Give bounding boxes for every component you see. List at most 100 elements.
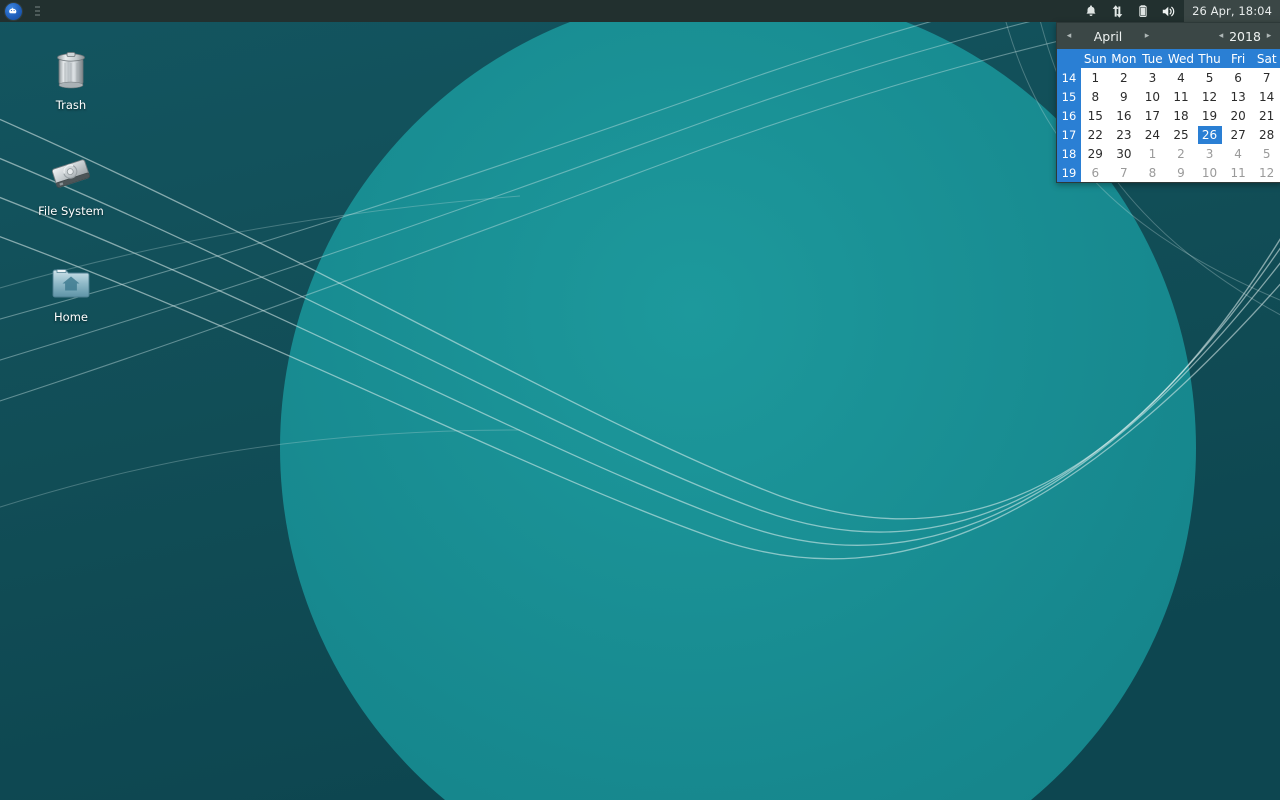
calendar-day-cell[interactable]: 8 — [1081, 87, 1110, 106]
desktop-icon-home[interactable]: Home — [21, 256, 121, 324]
calendar-day-label: 28 — [1259, 127, 1275, 142]
calendar-day-cell[interactable]: 26 — [1195, 125, 1224, 144]
calendar-day-cell[interactable]: 1 — [1138, 144, 1167, 163]
calendar-day-cell[interactable]: 2 — [1110, 68, 1139, 87]
calendar-day-cell[interactable]: 1 — [1081, 68, 1110, 87]
calendar-day-cell[interactable]: 22 — [1081, 125, 1110, 144]
calendar-day-label: 26 — [1197, 125, 1222, 144]
calendar-day-label: 8 — [1091, 89, 1100, 104]
calendar-day-label: 19 — [1201, 108, 1218, 123]
calendar-day-label: 6 — [1234, 70, 1242, 85]
weekday-header: Wed — [1167, 51, 1195, 66]
calendar-day-label: 8 — [1148, 165, 1157, 180]
calendar-day-label: 11 — [1173, 89, 1189, 104]
calendar-day-cell[interactable]: 4 — [1167, 68, 1196, 87]
calendar-day-cell[interactable]: 25 — [1167, 125, 1196, 144]
volume-speaker-icon[interactable] — [1156, 0, 1182, 22]
calendar-day-cell[interactable]: 14 — [1252, 87, 1280, 106]
calendar-body: 14 1 2 3 4 5 6 7 15 8 9 10 11 12 13 14 16 15 16 17 18 19 20 21 1… — [1057, 68, 1280, 182]
notification-bell-icon[interactable] — [1078, 0, 1104, 22]
calendar-day-cell[interactable]: 9 — [1167, 163, 1196, 182]
calendar-day-cell[interactable]: 3 — [1195, 144, 1224, 163]
calendar-day-cell[interactable]: 12 — [1195, 87, 1224, 106]
week-number-cell: 14 — [1057, 68, 1081, 87]
calendar-week-row: 17 22 23 24 25 26 27 28 — [1057, 125, 1280, 144]
calendar-day-label: 6 — [1091, 165, 1100, 180]
calendar-day-cell[interactable]: 20 — [1224, 106, 1253, 125]
calendar-day-cell[interactable]: 7 — [1110, 163, 1139, 182]
calendar-day-cell[interactable]: 27 — [1224, 125, 1253, 144]
calendar-day-cell[interactable]: 5 — [1195, 68, 1224, 87]
calendar-day-cell[interactable]: 5 — [1252, 144, 1280, 163]
calendar-day-cell[interactable]: 11 — [1167, 87, 1196, 106]
calendar-year-label: 2018 — [1229, 28, 1261, 44]
calendar-day-cell[interactable]: 7 — [1252, 68, 1280, 87]
calendar-day-label: 23 — [1116, 127, 1132, 142]
network-updown-icon[interactable] — [1104, 0, 1130, 22]
calendar-day-label: 12 — [1259, 165, 1275, 180]
calendar-week-row: 18 29 30 1 2 3 4 5 — [1057, 144, 1280, 163]
calendar-day-cell[interactable]: 10 — [1195, 163, 1224, 182]
next-year-button[interactable]: ▸ — [1261, 24, 1277, 48]
home-folder-icon — [47, 256, 95, 304]
calendar-weekday-header: Sun Mon Tue Wed Thu Fri Sat — [1057, 49, 1280, 68]
desktop-icon-file-system[interactable]: File System — [21, 150, 121, 218]
prev-month-button[interactable]: ◂ — [1061, 24, 1077, 48]
calendar-day-label: 3 — [1148, 70, 1157, 85]
calendar-day-cell[interactable]: 19 — [1195, 106, 1224, 125]
panel-left-group — [0, 0, 46, 22]
calendar-day-label: 2 — [1177, 146, 1185, 161]
week-number-cell: 16 — [1057, 106, 1081, 125]
calendar-day-cell[interactable]: 13 — [1224, 87, 1253, 106]
calendar-day-cell[interactable]: 6 — [1081, 163, 1110, 182]
calendar-day-label: 14 — [1259, 89, 1275, 104]
calendar-day-cell[interactable]: 30 — [1110, 144, 1139, 163]
calendar-day-cell[interactable]: 21 — [1252, 106, 1280, 125]
calendar-header: ◂ April ▸ ◂ 2018 ▸ — [1057, 23, 1280, 49]
trash-can-icon — [47, 44, 95, 92]
clock-button[interactable]: 26 Apr, 18:04 — [1184, 0, 1280, 22]
calendar-day-cell[interactable]: 12 — [1252, 163, 1280, 182]
calendar-day-cell[interactable]: 3 — [1138, 68, 1167, 87]
clock-text: 26 Apr, 18:04 — [1192, 4, 1272, 18]
calendar-day-cell[interactable]: 18 — [1167, 106, 1196, 125]
week-number-cell: 19 — [1057, 163, 1081, 182]
calendar-day-label: 10 — [1144, 89, 1161, 104]
week-number-header — [1057, 49, 1081, 68]
weekday-header: Mon — [1111, 51, 1137, 66]
calendar-day-label: 30 — [1116, 146, 1132, 161]
calendar-day-cell[interactable]: 23 — [1110, 125, 1139, 144]
top-panel: 26 Apr, 18:04 — [0, 0, 1280, 22]
calendar-day-cell[interactable]: 15 — [1081, 106, 1110, 125]
calendar-day-label: 10 — [1201, 165, 1218, 180]
calendar-day-label: 2 — [1120, 70, 1128, 85]
calendar-day-cell[interactable]: 17 — [1138, 106, 1167, 125]
calendar-day-cell[interactable]: 16 — [1110, 106, 1139, 125]
calendar-day-cell[interactable]: 8 — [1138, 163, 1167, 182]
calendar-week-row: 14 1 2 3 4 5 6 7 — [1057, 68, 1280, 87]
calendar-day-cell[interactable]: 2 — [1167, 144, 1196, 163]
calendar-day-cell[interactable]: 28 — [1252, 125, 1280, 144]
calendar-day-cell[interactable]: 24 — [1138, 125, 1167, 144]
calendar-popup[interactable]: ◂ April ▸ ◂ 2018 ▸ Sun Mon Tue Wed Thu F… — [1056, 22, 1280, 183]
calendar-day-label: 7 — [1120, 165, 1128, 180]
calendar-day-cell[interactable]: 11 — [1224, 163, 1253, 182]
system-tray: 26 Apr, 18:04 — [1078, 0, 1280, 22]
battery-icon[interactable] — [1130, 0, 1156, 22]
calendar-week-row: 16 15 16 17 18 19 20 21 — [1057, 106, 1280, 125]
prev-year-button[interactable]: ◂ — [1213, 24, 1229, 48]
calendar-day-cell[interactable]: 6 — [1224, 68, 1253, 87]
window-buttons-plugin[interactable] — [28, 0, 46, 22]
calendar-day-cell[interactable]: 10 — [1138, 87, 1167, 106]
calendar-day-label: 3 — [1205, 146, 1214, 161]
calendar-day-cell[interactable]: 9 — [1110, 87, 1139, 106]
calendar-day-cell[interactable]: 29 — [1081, 144, 1110, 163]
desktop-icon-trash[interactable]: Trash — [21, 44, 121, 112]
calendar-day-cell[interactable]: 4 — [1224, 144, 1253, 163]
calendar-month-nav: ◂ April ▸ — [1061, 24, 1155, 48]
calendar-day-label: 9 — [1177, 165, 1185, 180]
calendar-day-label: 16 — [1116, 108, 1132, 123]
xfce-mouse-logo-icon — [4, 2, 22, 20]
applications-menu-button[interactable] — [2, 0, 24, 22]
next-month-button[interactable]: ▸ — [1139, 24, 1155, 48]
